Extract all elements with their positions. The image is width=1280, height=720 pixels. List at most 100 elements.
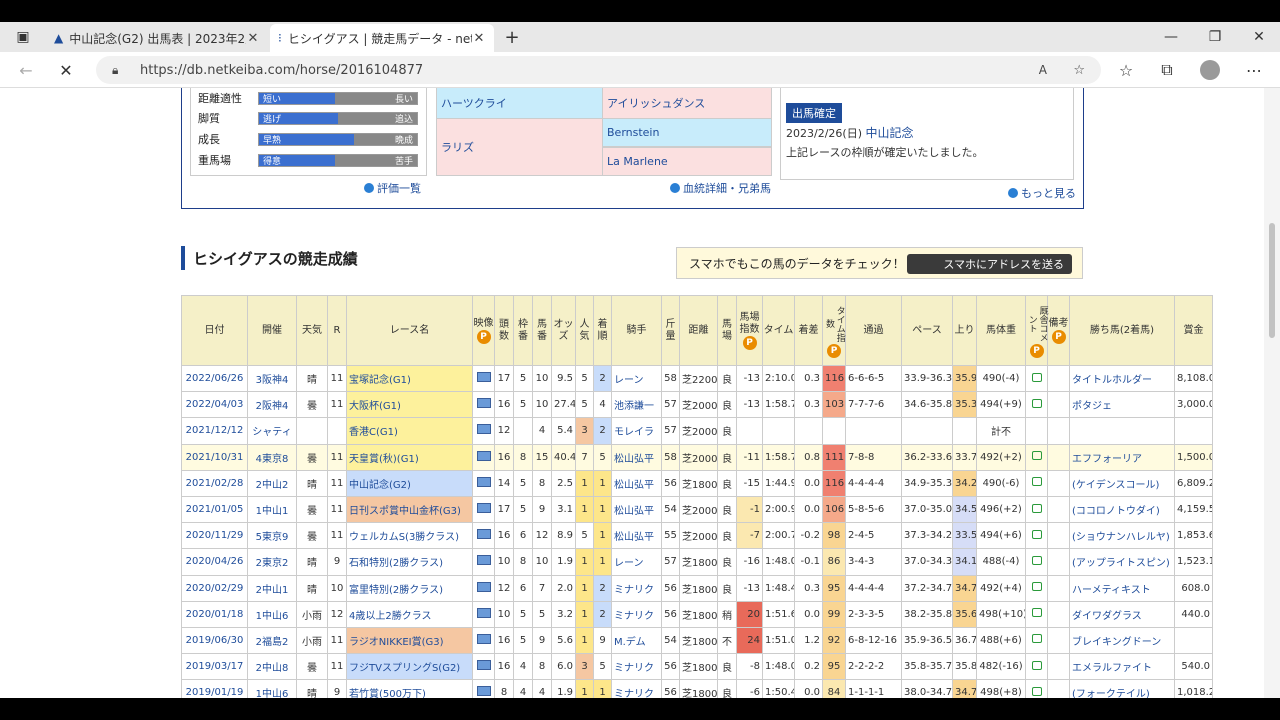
cell-4[interactable]: 中山記念(G2) <box>346 469 473 497</box>
comment-icon[interactable] <box>1031 660 1042 670</box>
cell-12[interactable]: 松山弘平 <box>611 495 662 524</box>
cell-4[interactable]: 若竹賞(500万下) <box>346 679 473 698</box>
comment-icon[interactable] <box>1031 608 1042 618</box>
cell-12[interactable]: ミナリク <box>611 600 662 628</box>
profile-avatar[interactable] <box>1196 56 1224 84</box>
video-icon[interactable] <box>476 529 491 540</box>
cell-0[interactable]: 2020/01/18 <box>181 600 248 628</box>
close-tab-icon[interactable]: ✕ <box>246 31 260 46</box>
stop-loading-icon[interactable]: ✕ <box>52 56 80 84</box>
video-icon[interactable] <box>476 555 491 566</box>
tab-nakayama-kinen[interactable]: ▲ 中山記念(G2) 出馬表 | 2023年2月 ✕ <box>46 24 268 52</box>
cell-0[interactable]: 2019/03/17 <box>181 653 248 681</box>
cell-4[interactable]: 天皇賞(秋)(G1) <box>346 443 473 471</box>
cell-0[interactable]: 2022/04/03 <box>181 391 248 419</box>
cell-1[interactable]: シャティ <box>247 417 297 445</box>
comment-icon[interactable] <box>1031 503 1042 513</box>
cell-1[interactable]: 2東京2 <box>247 548 297 576</box>
cell-0[interactable]: 2021/10/31 <box>181 443 248 471</box>
comment-icon[interactable] <box>1031 634 1042 644</box>
cell-26[interactable]: ダイワダグラス <box>1069 600 1175 628</box>
cell-26[interactable]: (ココロノトウダイ) <box>1069 495 1175 524</box>
cell-4[interactable]: 大阪杯(G1) <box>346 391 473 419</box>
video-icon[interactable] <box>476 372 491 383</box>
cell-26[interactable]: ブレイキングドーン <box>1069 626 1175 655</box>
cell-1[interactable]: 2中山1 <box>247 574 297 602</box>
vertical-scrollbar[interactable] <box>1264 88 1280 698</box>
close-window-icon[interactable]: ✕ <box>1244 22 1274 52</box>
back-icon[interactable]: ← <box>12 56 40 84</box>
video-icon[interactable] <box>476 607 491 618</box>
video-icon[interactable] <box>476 476 491 487</box>
favorites-icon[interactable]: ☆ <box>1112 56 1140 84</box>
video-icon[interactable] <box>476 424 491 435</box>
tab-hishi-iguasu[interactable]: ⁝ ヒシイグアス | 競走馬データ - netkeib ✕ <box>270 24 494 52</box>
cell-12[interactable]: M.デム <box>611 626 662 655</box>
cell-1[interactable]: 4東京8 <box>247 443 297 471</box>
cell-12[interactable]: 松山弘平 <box>611 522 662 550</box>
cell-12[interactable]: レーン <box>611 548 662 576</box>
cell-26[interactable]: (フォークテイル) <box>1069 679 1175 698</box>
cell-0[interactable]: 2021/01/05 <box>181 495 248 524</box>
pedigree-sire-dam[interactable]: アイリッシュダンス <box>602 88 772 119</box>
collections-icon[interactable]: ⧉ <box>1153 56 1181 84</box>
evaluation-list-link[interactable]: 評価一覧 <box>364 180 421 196</box>
cell-1[interactable]: 2福島2 <box>247 626 297 655</box>
cell-4[interactable]: 日刊スポ賞中山金杯(G3) <box>346 495 473 524</box>
cell-4[interactable]: 香港C(G1) <box>346 417 473 445</box>
minimize-icon[interactable]: — <box>1156 22 1186 52</box>
cell-26[interactable]: エフフォーリア <box>1069 443 1175 471</box>
cell-12[interactable]: モレイラ <box>611 417 662 445</box>
cell-12[interactable]: 松山弘平 <box>611 469 662 497</box>
video-icon[interactable] <box>476 660 491 671</box>
comment-icon[interactable] <box>1031 529 1042 539</box>
cell-4[interactable]: 4歳以上2勝クラス <box>346 600 473 628</box>
cell-0[interactable]: 2020/02/29 <box>181 574 248 602</box>
cell-26[interactable]: (ショウナンハレルヤ) <box>1069 522 1175 550</box>
cell-12[interactable]: レーン <box>611 364 662 393</box>
cell-26[interactable]: ポタジェ <box>1069 391 1175 419</box>
pedigree-sire[interactable]: ハーツクライ <box>436 88 603 119</box>
pedigree-dam-dam[interactable]: La Marlene <box>602 147 772 176</box>
comment-icon[interactable] <box>1031 372 1042 382</box>
cell-0[interactable]: 2022/06/26 <box>181 364 248 393</box>
settings-more-icon[interactable]: ⋯ <box>1240 56 1268 84</box>
cell-26[interactable]: エメラルファイト <box>1069 653 1175 681</box>
video-icon[interactable] <box>476 633 491 644</box>
cell-1[interactable]: 2中山2 <box>247 469 297 497</box>
cell-12[interactable]: 池添謙一 <box>611 391 662 419</box>
cell-4[interactable]: ウェルカムS(3勝クラス) <box>346 522 473 550</box>
close-tab-icon[interactable]: ✕ <box>472 31 486 46</box>
cell-0[interactable]: 2019/01/19 <box>181 679 248 698</box>
cell-1[interactable]: 2中山8 <box>247 653 297 681</box>
pedigree-dam[interactable]: ラリズ <box>436 118 603 176</box>
pedigree-detail-link[interactable]: 血統詳細・兄弟馬 <box>670 180 771 196</box>
restore-icon[interactable]: ❐ <box>1200 22 1230 52</box>
cell-1[interactable]: 1中山6 <box>247 679 297 698</box>
tab-actions-icon[interactable]: ▣ <box>8 22 38 52</box>
cell-4[interactable]: ラジオNIKKEI賞(G3) <box>346 626 473 655</box>
cell-12[interactable]: ミナリク <box>611 679 662 698</box>
scrollbar-thumb[interactable] <box>1269 223 1275 338</box>
cell-0[interactable]: 2021/12/12 <box>181 417 248 445</box>
send-address-button[interactable]: スマホにアドレスを送る <box>907 254 1072 274</box>
comment-icon[interactable] <box>1031 555 1042 565</box>
pedigree-dam-sire[interactable]: Bernstein <box>602 118 772 147</box>
cell-0[interactable]: 2020/04/26 <box>181 548 248 576</box>
comment-icon[interactable] <box>1031 686 1042 696</box>
cell-26[interactable]: タイトルホルダー <box>1069 364 1175 393</box>
cell-26[interactable]: (ケイデンスコール) <box>1069 469 1175 497</box>
cell-4[interactable]: 石和特別(2勝クラス) <box>346 548 473 576</box>
cell-1[interactable]: 1中山1 <box>247 495 297 524</box>
cell-4[interactable]: 富里特別(2勝クラス) <box>346 574 473 602</box>
cell-4[interactable]: 宝塚記念(G1) <box>346 364 473 393</box>
address-bar[interactable]: 🔒︎ https://db.netkeiba.com/horse/2016104… <box>96 56 1101 84</box>
cell-12[interactable]: ミナリク <box>611 653 662 681</box>
comment-icon[interactable] <box>1031 582 1042 592</box>
cell-1[interactable]: 1中山6 <box>247 600 297 628</box>
cell-0[interactable]: 2021/02/28 <box>181 469 248 497</box>
cell-0[interactable]: 2020/11/29 <box>181 522 248 550</box>
read-aloud-icon[interactable]: A <box>1039 63 1047 77</box>
cell-0[interactable]: 2019/06/30 <box>181 626 248 655</box>
cell-12[interactable]: ミナリク <box>611 574 662 602</box>
